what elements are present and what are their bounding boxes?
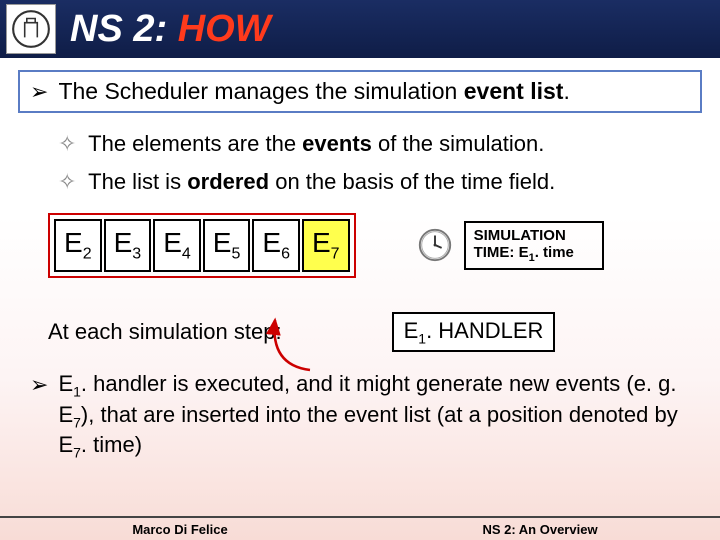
text: . HANDLER <box>426 318 543 343</box>
title-red: HOW <box>178 8 271 50</box>
simulation-time-box: SIMULATION TIME: E1. time <box>464 221 604 270</box>
text: E <box>404 318 419 343</box>
event-cell-e7: E7 <box>302 219 350 272</box>
diamond-bullet-icon: ✧ <box>58 169 76 194</box>
diamond-bullet-icon: ✧ <box>58 131 76 156</box>
slide-content: ➢ The Scheduler manages the simulation e… <box>0 70 720 462</box>
event-cell-e4: E4 <box>153 219 201 272</box>
main-bullet-box: ➢ The Scheduler manages the simulation e… <box>18 70 702 113</box>
text: . <box>563 78 569 104</box>
text: E <box>519 244 529 261</box>
event-cell-e3: E3 <box>104 219 152 272</box>
text: The elements are the <box>88 131 302 156</box>
paragraph-2: ➢ E1. handler is executed, and it might … <box>30 370 702 462</box>
text-bold: ordered <box>187 169 269 194</box>
arrow-bullet-icon: ➢ <box>30 79 48 105</box>
title-white: NS 2: <box>70 8 178 50</box>
handler-box: E1. HANDLER <box>392 312 556 352</box>
event-cell-e6: E6 <box>252 219 300 272</box>
text-bold: event list <box>464 78 564 104</box>
text-bold: events <box>302 131 372 156</box>
university-logo <box>6 4 56 54</box>
text: 1 <box>418 330 426 346</box>
text: of the simulation. <box>372 131 544 156</box>
clock-icon <box>416 226 454 264</box>
step-row: At each simulation step: E1. HANDLER <box>48 312 702 352</box>
slide-title: NS 2: HOW <box>70 8 271 51</box>
arrow-bullet-icon: ➢ <box>30 372 48 462</box>
text: on the basis of the time field. <box>269 169 555 194</box>
event-area: E2 E3 E4 E5 E6 E7 SIMULATION TIME: E1. t… <box>48 213 702 278</box>
footer-title: NS 2: An Overview <box>360 522 720 537</box>
main-bullet-text: The Scheduler manages the simulation eve… <box>58 78 569 105</box>
sub-bullet-1: ✧ The elements are the events of the sim… <box>58 131 702 157</box>
sub-bullet-2: ✧ The list is ordered on the basis of th… <box>58 169 702 195</box>
text: . time <box>535 244 574 261</box>
text: The Scheduler manages the simulation <box>58 78 463 104</box>
step-text: At each simulation step: <box>48 319 282 345</box>
text: The list is <box>88 169 187 194</box>
event-list: E2 E3 E4 E5 E6 E7 <box>48 213 356 278</box>
event-cell-e5: E5 <box>203 219 251 272</box>
footer-author: Marco Di Felice <box>0 522 360 537</box>
slide-header: NS 2: HOW <box>0 0 720 58</box>
paragraph-2-text: E1. handler is executed, and it might ge… <box>58 370 702 462</box>
event-cell-e2: E2 <box>54 219 102 272</box>
slide-footer: Marco Di Felice NS 2: An Overview <box>0 516 720 540</box>
